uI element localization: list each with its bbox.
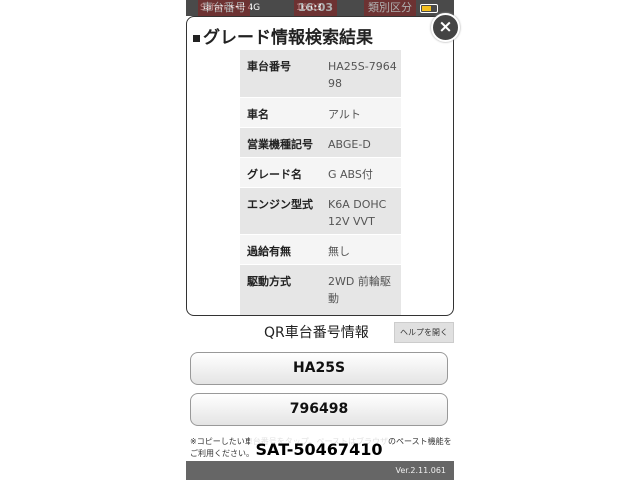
row-value: HA25S-796498 <box>322 50 401 98</box>
overlay-label: SAT-50467410 <box>250 437 388 463</box>
modal-title-text: グレード情報検索結果 <box>203 28 373 48</box>
status-bar: Safari ••ll 4G 16:03 <box>186 0 454 16</box>
table-row: 駆動方式 2WD 前輪駆動 <box>240 264 401 315</box>
carrier-label: Safari ••ll 4G <box>200 3 261 13</box>
row-label: 車台番号 <box>240 50 322 98</box>
table-row: 車台番号 HA25S-796498 <box>240 50 401 98</box>
row-value: 2WD 前輪駆動 <box>322 264 401 315</box>
qr-section-title: QR車台番号情報 <box>264 325 369 341</box>
row-label: 駆動方式 <box>240 264 322 315</box>
close-icon[interactable]: × <box>431 13 460 42</box>
help-button[interactable]: ヘルプを開く <box>394 322 454 343</box>
clock: 16:03 <box>296 3 322 13</box>
table-row: 営業機種記号 ABGE-D <box>240 127 401 158</box>
table-row: エンジン型式 K6A DOHC 12V VVT <box>240 187 401 235</box>
row-label: グレード名 <box>240 157 322 188</box>
modal-title: グレード情報検索結果 <box>193 23 373 48</box>
version-footer: Ver.2.11.061 <box>186 461 454 480</box>
row-value: アルト <box>322 97 401 128</box>
row-label: 車名 <box>240 97 322 128</box>
table-row: 車名 アルト <box>240 97 401 128</box>
table-row: グレード名 G ABS付 <box>240 157 401 188</box>
copy-serial-button[interactable]: 796498 <box>190 393 448 426</box>
row-label: エンジン型式 <box>240 187 322 235</box>
row-value: ABGE-D <box>322 127 401 158</box>
copy-model-button[interactable]: HA25S <box>190 352 448 385</box>
row-label: 営業機種記号 <box>240 127 322 158</box>
row-label: 過給有無 <box>240 234 322 265</box>
table-row: 過給有無 無し <box>240 234 401 265</box>
square-bullet-icon <box>193 34 200 42</box>
battery-icon <box>420 4 438 13</box>
row-value: K6A DOHC 12V VVT <box>322 187 401 235</box>
grade-info-table: 車台番号 HA25S-796498 車名 アルト 営業機種記号 ABGE-D グレード… <box>240 50 401 315</box>
row-value: 無し <box>322 234 401 265</box>
row-value: G ABS付 <box>322 157 401 188</box>
grade-result-modal: グレード情報検索結果 車台番号 HA25S-796498 車名 アルト 営業機種記号… <box>186 16 454 316</box>
